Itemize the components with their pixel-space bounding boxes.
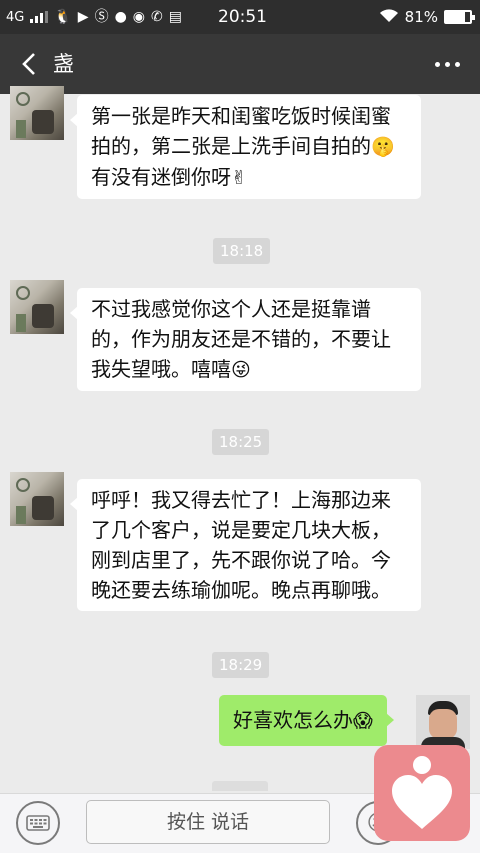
message-bubble[interactable]: 呼呼！我又得去忙了！上海那边来 了几个客户，说是要定几块大板， 刚到店里了，先不…	[70, 479, 421, 611]
tencent-icon: ◉	[132, 9, 146, 25]
title-bar: 盏	[0, 34, 480, 94]
more-options-button[interactable]	[432, 54, 462, 74]
contact-avatar[interactable]	[10, 86, 64, 140]
network-type: 4G	[6, 9, 25, 25]
keyboard-icon	[26, 815, 50, 831]
shush-emoji-icon: 🤫	[371, 136, 395, 158]
back-button[interactable]	[14, 48, 44, 80]
message-line: 第一张是昨天和闺蜜吃饭时候闺蜜	[91, 104, 391, 128]
status-right: 81%	[379, 0, 475, 34]
qq-icon: 🐧	[54, 9, 72, 25]
battery-level-fill	[446, 12, 466, 22]
dot-icon	[454, 61, 460, 67]
contact-avatar[interactable]	[10, 280, 64, 334]
message-line: 我失望哦。嘻嘻	[91, 357, 231, 381]
winking-tongue-emoji-icon: 😜	[231, 359, 251, 381]
status-time: 20:51	[218, 7, 267, 27]
message-bubble[interactable]: 不过我感觉你这个人还是挺靠谱 的，作为朋友还是不错的，不要让 我失望哦。嘻嘻😜	[70, 288, 421, 391]
battery-percent: 81%	[404, 8, 438, 26]
heart-person-icon	[392, 756, 452, 829]
message-line: 的，作为朋友还是不错的，不要让	[91, 327, 391, 351]
keyboard-toggle-button[interactable]	[16, 801, 60, 845]
chat-title: 盏	[53, 52, 74, 76]
victory-hand-emoji-icon: ✌	[231, 167, 247, 189]
message-line: 了几个客户，说是要定几块大板，	[91, 518, 391, 542]
dot-icon	[434, 61, 440, 67]
message-line: 刚到店里了，先不跟你说了哈。今	[91, 548, 391, 572]
time-stamp: 18:29	[212, 652, 270, 678]
sim-icon: ▤	[168, 9, 182, 25]
message-bubble[interactable]: 第一张是昨天和闺蜜吃饭时候闺蜜 拍的，第二张是上洗手间自拍的🤫 有没有迷倒你呀✌	[70, 95, 421, 199]
message-line: 好喜欢怎么办	[233, 708, 353, 732]
back-arrow-icon	[22, 53, 35, 75]
wifi-icon	[379, 8, 399, 26]
contact-avatar[interactable]	[10, 472, 64, 526]
partial-time-stamp	[212, 781, 268, 791]
time-stamp: 18:25	[212, 429, 270, 455]
s-app-icon: Ⓢ	[94, 9, 109, 25]
screaming-face-emoji-icon: 😱	[353, 710, 373, 732]
phone-icon: ✆	[151, 9, 163, 25]
signal-icon	[30, 11, 49, 23]
dot-icon	[444, 61, 450, 67]
floating-app-button[interactable]	[374, 745, 470, 841]
play-icon: ▶	[77, 9, 89, 25]
status-bar: 4G 🐧 ▶ Ⓢ ● ◉ ✆ ▤ 20:51 81%	[0, 0, 480, 34]
hold-to-talk-button[interactable]: 按住 说话	[86, 800, 330, 844]
my-message-bubble[interactable]: 好喜欢怎么办😱	[219, 695, 394, 746]
message-line: 拍的，第二张是上洗手间自拍的	[91, 134, 371, 158]
message-line: 呼呼！我又得去忙了！上海那边来	[91, 488, 391, 512]
chat-bubble-icon: ●	[114, 9, 127, 25]
my-avatar[interactable]	[416, 695, 470, 749]
battery-icon	[444, 10, 475, 24]
status-left: 4G 🐧 ▶ Ⓢ ● ◉ ✆ ▤	[6, 0, 182, 34]
message-line: 有没有迷倒你呀	[91, 165, 231, 189]
message-line: 晚还要去练瑜伽呢。晚点再聊哦。	[91, 578, 391, 602]
message-line: 不过我感觉你这个人还是挺靠谱	[91, 297, 371, 321]
time-stamp: 18:18	[213, 238, 271, 264]
